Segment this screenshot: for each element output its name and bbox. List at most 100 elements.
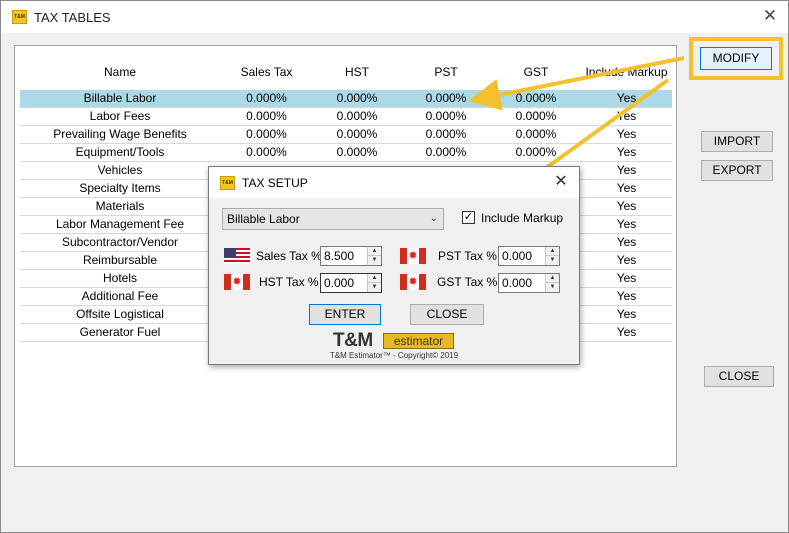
- cell-pst: 0.000%: [425, 127, 467, 141]
- export-button[interactable]: EXPORT: [701, 160, 773, 181]
- cell-include-markup: Yes: [616, 181, 637, 195]
- cell-name: Subcontractor/Vendor: [61, 235, 179, 249]
- cell-name: Specialty Items: [79, 181, 161, 195]
- column-header-include-markup[interactable]: Include Markup: [581, 65, 672, 79]
- cell-include-markup: Yes: [616, 217, 637, 231]
- us-flag-icon: [224, 248, 250, 264]
- cell-include-markup: Yes: [616, 199, 637, 213]
- cell-include-markup: Yes: [616, 307, 637, 321]
- category-select[interactable]: Billable Labor ⌄: [222, 208, 444, 230]
- cell-sales-tax: 0.000%: [246, 91, 287, 105]
- cell-include-markup: Yes: [616, 253, 637, 267]
- sales-tax-up-icon[interactable]: ▲: [368, 247, 381, 256]
- canada-flag-icon: ✹: [400, 274, 426, 290]
- cell-name: Billable Labor: [83, 91, 157, 105]
- column-header-pst[interactable]: PST: [401, 65, 491, 79]
- cell-gst: 0.000%: [515, 145, 557, 159]
- cell-name: Labor Fees: [89, 109, 151, 123]
- brand-estimator-text: estimator: [383, 333, 454, 349]
- pst-tax-field[interactable]: 0.000 ▲ ▼: [498, 246, 560, 266]
- gst-tax-field[interactable]: 0.000 ▲ ▼: [498, 273, 560, 293]
- cell-name: Labor Management Fee: [55, 217, 185, 231]
- canada-flag-icon: ✹: [224, 274, 250, 290]
- column-header-hst[interactable]: HST: [313, 65, 401, 79]
- table-row[interactable]: Labor Fees 0.000% 0.000% 0.000% 0.000% Yes: [20, 108, 672, 126]
- cell-include-markup: Yes: [616, 235, 637, 249]
- sales-tax-down-icon[interactable]: ▼: [368, 256, 381, 265]
- hst-tax-up-icon[interactable]: ▲: [368, 274, 381, 283]
- gst-tax-up-icon[interactable]: ▲: [546, 274, 559, 283]
- cell-sales-tax: 0.000%: [246, 109, 287, 123]
- column-header-gst[interactable]: GST: [491, 65, 581, 79]
- cell-include-markup: Yes: [616, 271, 637, 285]
- window-close-button[interactable]: ✕: [760, 6, 780, 26]
- cell-pst: 0.000%: [425, 91, 467, 105]
- pst-tax-value: 0.000: [502, 249, 533, 263]
- cell-sales-tax: 0.000%: [246, 145, 287, 159]
- pst-tax-label: PST Tax %: [438, 249, 497, 263]
- category-select-value: Billable Labor: [227, 212, 300, 226]
- cell-include-markup: Yes: [616, 289, 637, 303]
- cell-hst: 0.000%: [336, 127, 378, 141]
- cell-include-markup: Yes: [616, 91, 637, 105]
- cell-include-markup: Yes: [616, 163, 637, 177]
- window-title: TAX TABLES: [34, 10, 111, 25]
- modify-button-label: MODIFY: [712, 51, 760, 65]
- enter-button[interactable]: ENTER: [309, 304, 381, 325]
- column-header-sales-tax[interactable]: Sales Tax: [220, 65, 313, 79]
- cell-name: Offsite Logistical: [76, 307, 164, 321]
- canada-flag-icon: ✹: [400, 248, 426, 264]
- table-row[interactable]: Billable Labor 0.000% 0.000% 0.000% 0.000% Ye…: [20, 90, 672, 108]
- cell-pst: 0.000%: [425, 109, 467, 123]
- window-titlebar: T&M TAX TABLES ✕: [1, 1, 788, 33]
- modify-button[interactable]: MODIFY: [700, 47, 772, 70]
- cell-gst: 0.000%: [515, 91, 557, 105]
- dialog-title: TAX SETUP: [242, 176, 308, 190]
- import-button[interactable]: IMPORT: [701, 131, 773, 152]
- cell-gst: 0.000%: [515, 109, 557, 123]
- hst-tax-field[interactable]: 0.000 ▲ ▼: [320, 273, 382, 293]
- cell-include-markup: Yes: [616, 145, 637, 159]
- cell-name: Prevailing Wage Benefits: [53, 127, 187, 141]
- cell-hst: 0.000%: [336, 145, 378, 159]
- pst-tax-up-icon[interactable]: ▲: [546, 247, 559, 256]
- copyright-text: T&M Estimator™ - Copyright© 2019: [329, 351, 459, 360]
- hst-tax-label: HST Tax %: [259, 275, 319, 289]
- gst-tax-label: GST Tax %: [437, 275, 498, 289]
- sales-tax-value: 8.500: [324, 249, 355, 263]
- app-logo-icon: T&M: [12, 10, 27, 24]
- sales-tax-field[interactable]: 8.500 ▲ ▼: [320, 246, 382, 266]
- cell-sales-tax: 0.000%: [246, 127, 287, 141]
- dialog-close-icon[interactable]: ✕: [551, 172, 571, 192]
- cell-name: Equipment/Tools: [75, 145, 165, 159]
- include-markup-label: Include Markup: [481, 211, 564, 225]
- chevron-down-icon: ⌄: [429, 213, 438, 224]
- hst-tax-value: 0.000: [324, 276, 355, 290]
- include-markup-checkbox[interactable]: ✓: [462, 211, 475, 224]
- cell-hst: 0.000%: [336, 109, 378, 123]
- tax-setup-dialog: T&M TAX SETUP ✕ Billable Labor ⌄ ✓ Inclu…: [208, 166, 580, 365]
- table-row[interactable]: Prevailing Wage Benefits 0.000% 0.000% 0.00…: [20, 126, 672, 144]
- hst-tax-down-icon[interactable]: ▼: [368, 283, 381, 292]
- close-button[interactable]: CLOSE: [704, 366, 774, 387]
- cell-include-markup: Yes: [616, 127, 637, 141]
- cell-name: Reimbursable: [82, 253, 158, 267]
- cell-name: Generator Fuel: [79, 325, 161, 339]
- brand-tm-text: T&M: [333, 330, 373, 351]
- dialog-logo-icon: T&M: [220, 176, 235, 190]
- table-header: Name Sales Tax HST PST GST Include Marku…: [20, 54, 672, 88]
- column-header-name[interactable]: Name: [20, 65, 220, 79]
- cell-hst: 0.000%: [336, 91, 378, 105]
- cell-pst: 0.000%: [425, 145, 467, 159]
- gst-tax-value: 0.000: [502, 276, 533, 290]
- cell-name: Additional Fee: [81, 289, 159, 303]
- gst-tax-down-icon[interactable]: ▼: [546, 283, 559, 292]
- cell-name: Hotels: [102, 271, 137, 285]
- cell-gst: 0.000%: [515, 127, 557, 141]
- pst-tax-down-icon[interactable]: ▼: [546, 256, 559, 265]
- cell-name: Vehicles: [97, 163, 143, 177]
- table-row[interactable]: Equipment/Tools 0.000% 0.000% 0.000% 0.000% Y…: [20, 144, 672, 162]
- sales-tax-label: Sales Tax %: [256, 249, 322, 263]
- cell-include-markup: Yes: [616, 325, 637, 339]
- dialog-close-button[interactable]: CLOSE: [410, 304, 484, 325]
